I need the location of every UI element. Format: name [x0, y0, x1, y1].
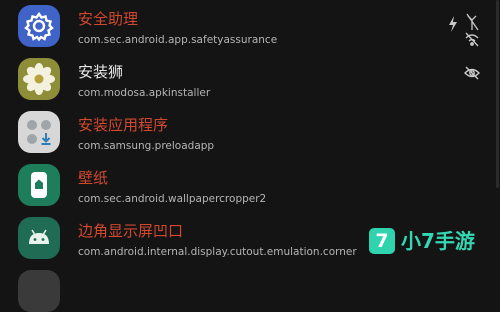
gear-icon — [18, 5, 60, 47]
scrollbar[interactable] — [496, 0, 499, 188]
app-title: 安全助理 — [78, 10, 139, 28]
app-row-preloadapp[interactable]: 安装应用程序 com.samsung.preloadapp — [0, 106, 500, 159]
app-icon-partial — [18, 270, 60, 312]
status-icons — [448, 65, 488, 105]
app-package: com.modosa.apkinstaller — [78, 87, 211, 99]
mobile-data-off-icon — [466, 13, 479, 31]
watermark-badge: 7 — [369, 228, 395, 254]
app-row-apkinstaller[interactable]: 安装狮 com.modosa.apkinstaller — [0, 53, 500, 106]
watermark-text: 小7手游 — [401, 229, 475, 253]
android-icon — [18, 217, 60, 259]
app-package: com.sec.android.app.safetyassurance — [78, 34, 278, 46]
app-package: com.samsung.preloadapp — [78, 140, 215, 152]
app-title: 安装狮 — [78, 63, 124, 81]
flower-icon — [18, 58, 60, 100]
app-package: com.sec.android.wallpapercropper2 — [78, 193, 267, 205]
app-row-partial[interactable] — [0, 265, 500, 312]
status-icons — [448, 12, 488, 52]
watermark-logo: 7 小7手游 — [369, 228, 489, 256]
app-row-safety-assurance[interactable]: 安全助理 com.sec.android.app.safetyassurance — [0, 0, 500, 53]
app-title: 安装应用程序 — [78, 116, 169, 134]
app-title: 壁纸 — [78, 169, 109, 187]
wifi-off-icon — [465, 32, 479, 47]
app-row-wallpapercropper[interactable]: 壁纸 com.sec.android.wallpapercropper2 — [0, 159, 500, 212]
wallpaper-icon — [18, 164, 60, 206]
flash-icon — [449, 16, 457, 32]
app-title: 边角显示屏凹口 — [78, 222, 184, 240]
app-grid-download-icon — [18, 111, 60, 153]
app-package: com.android.internal.display.cutout.emul… — [78, 246, 357, 258]
visibility-off-icon — [464, 66, 480, 80]
